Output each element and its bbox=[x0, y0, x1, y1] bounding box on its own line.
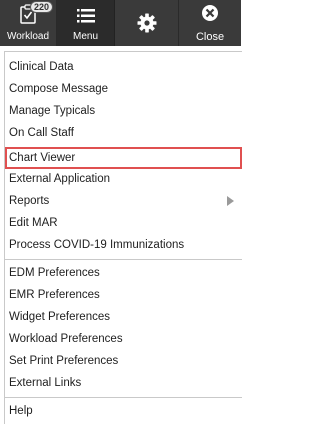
menu-item-edm-preferences[interactable]: EDM Preferences bbox=[5, 262, 242, 284]
close-circle-icon bbox=[201, 4, 219, 27]
workload-label: Workload bbox=[6, 31, 50, 42]
menu-item-manage-typicals[interactable]: Manage Typicals bbox=[5, 100, 242, 122]
menu-item-reports-label: Reports bbox=[9, 195, 50, 207]
menu-divider bbox=[5, 397, 242, 398]
chevron-right-icon bbox=[227, 196, 234, 206]
menu-item-compose-message[interactable]: Compose Message bbox=[5, 78, 242, 100]
dropdown-menu: Clinical Data Compose Message Manage Typ… bbox=[4, 51, 242, 424]
menu-item-external-application[interactable]: External Application bbox=[5, 168, 242, 190]
menu-divider bbox=[5, 259, 242, 260]
menu-item-help[interactable]: Help bbox=[5, 400, 242, 422]
gear-icon bbox=[137, 13, 157, 38]
workload-button[interactable]: 220 Workload bbox=[0, 0, 57, 46]
toolbar: 220 Workload Menu Close bbox=[0, 0, 241, 46]
close-button[interactable]: Close bbox=[179, 0, 241, 46]
hamburger-icon bbox=[77, 8, 95, 29]
menu-item-reports[interactable]: Reports bbox=[5, 190, 242, 212]
menu-item-clinical-data[interactable]: Clinical Data bbox=[5, 56, 242, 78]
menu-button[interactable]: Menu bbox=[57, 0, 115, 46]
close-label: Close bbox=[195, 31, 225, 43]
menu-item-chart-viewer[interactable]: Chart Viewer bbox=[5, 147, 242, 169]
menu-item-set-print-preferences[interactable]: Set Print Preferences bbox=[5, 350, 242, 372]
menu-item-widget-preferences[interactable]: Widget Preferences bbox=[5, 306, 242, 328]
menu-item-on-call-staff[interactable]: On Call Staff bbox=[5, 122, 242, 144]
menu-item-process-covid-19-immunizations[interactable]: Process COVID-19 Immunizations bbox=[5, 234, 242, 256]
menu-item-external-links[interactable]: External Links bbox=[5, 372, 242, 394]
menu-item-workload-preferences[interactable]: Workload Preferences bbox=[5, 328, 242, 350]
menu-label: Menu bbox=[72, 31, 98, 42]
settings-button[interactable] bbox=[115, 0, 179, 46]
menu-item-emr-preferences[interactable]: EMR Preferences bbox=[5, 284, 242, 306]
workload-count-badge: 220 bbox=[30, 1, 54, 13]
menu-item-edit-mar[interactable]: Edit MAR bbox=[5, 212, 242, 234]
